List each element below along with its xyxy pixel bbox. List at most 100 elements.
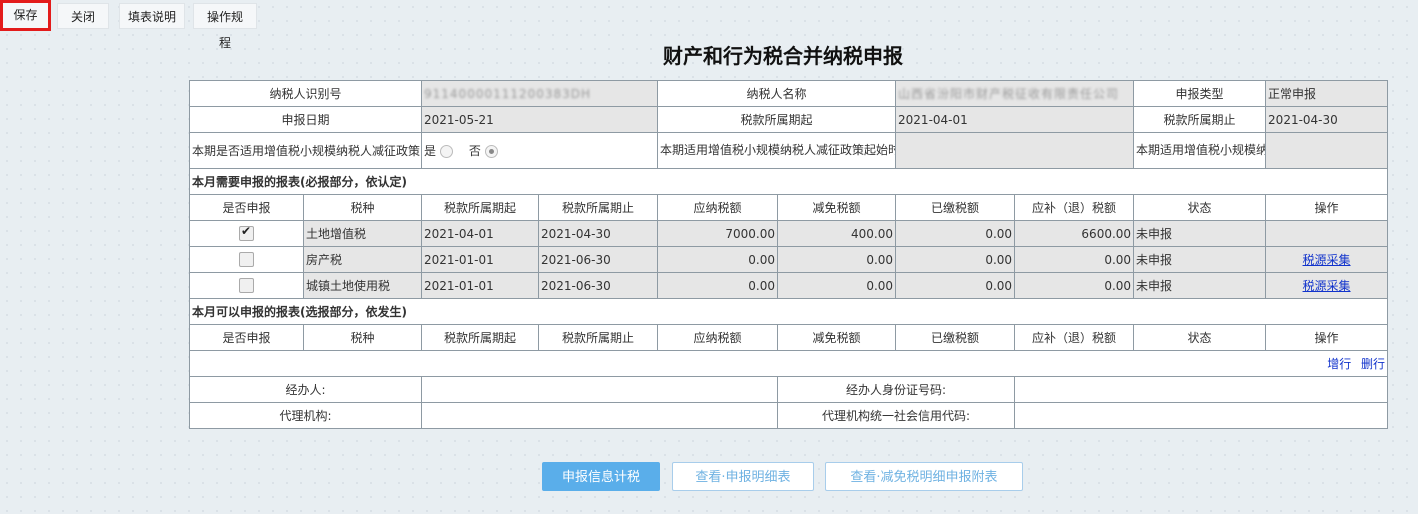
toolbar: 保存 关闭 填表说明 操作规程 bbox=[0, 0, 257, 50]
agency-code-input[interactable] bbox=[1014, 402, 1389, 429]
handler-input[interactable] bbox=[421, 376, 779, 403]
period-start: 2021-04-01 bbox=[421, 220, 540, 247]
tax-source-collect-link[interactable]: 税源采集 bbox=[1303, 253, 1351, 267]
paid-amount: 0.00 bbox=[895, 272, 1016, 299]
opt-col-period-end: 税款所属期止 bbox=[538, 324, 659, 351]
period-end: 2021-04-30 bbox=[538, 220, 659, 247]
declare-checkbox-cell bbox=[189, 272, 304, 299]
col-status: 状态 bbox=[1133, 194, 1267, 221]
declare-type-value: 正常申报 bbox=[1265, 80, 1389, 107]
optional-header-row: 是否申报 税种 税款所属期起 税款所属期止 应纳税额 减免税额 已缴税额 应补（… bbox=[189, 324, 1389, 351]
optional-section-title: 本月可以申报的报表(选报部分，依发生) bbox=[188, 298, 1389, 325]
period-end-value: 2021-04-30 bbox=[1265, 106, 1389, 133]
operation-rules-button[interactable]: 操作规程 bbox=[193, 3, 257, 50]
taxpayer-name-label: 纳税人名称 bbox=[657, 80, 897, 107]
status: 未申报 bbox=[1133, 246, 1267, 273]
status: 未申报 bbox=[1133, 272, 1267, 299]
col-declare: 是否申报 bbox=[189, 194, 304, 221]
agency-label: 代理机构: bbox=[188, 402, 423, 429]
action-cell: 税源采集 bbox=[1265, 272, 1389, 299]
optional-section-row: 本月可以申报的报表(选报部分，依发生) bbox=[188, 298, 1389, 325]
opt-col-action: 操作 bbox=[1265, 324, 1389, 351]
declare-checkbox-cell bbox=[189, 246, 304, 273]
declare-checkbox[interactable] bbox=[239, 278, 254, 293]
required-section-row: 本月需要申报的报表(必报部分，依认定) bbox=[188, 168, 1389, 195]
period-end-label: 税款所属期止 bbox=[1133, 106, 1267, 133]
policy-end-label: 本期适用增值税小规模纳税人减征政策终止时间 bbox=[1133, 132, 1267, 169]
table-row: 土地增值税 2021-04-01 2021-04-30 7000.00 400.… bbox=[189, 220, 1389, 247]
view-relief-button[interactable]: 查看·减免税明细申报附表 bbox=[825, 462, 1023, 491]
small-policy-label: 本期是否适用增值税小规模纳税人减征政策 bbox=[192, 144, 421, 158]
relief-amount: 400.00 bbox=[777, 220, 897, 247]
col-period-start: 税款所属期起 bbox=[421, 194, 540, 221]
taxpayer-id-label: 纳税人识别号 bbox=[188, 80, 423, 107]
small-policy-options: 是 否 bbox=[421, 132, 659, 169]
required-section-title: 本月需要申报的报表(必报部分，依认定) bbox=[188, 168, 1389, 195]
fill-help-button[interactable]: 填表说明 bbox=[119, 3, 185, 29]
delete-row-link[interactable]: 删行 bbox=[1361, 357, 1385, 371]
opt-col-due: 应补（退）税额 bbox=[1014, 324, 1135, 351]
policy-end-value bbox=[1265, 132, 1389, 169]
payable-amount: 0.00 bbox=[657, 246, 779, 273]
agency-input[interactable] bbox=[421, 402, 779, 429]
opt-col-status: 状态 bbox=[1133, 324, 1267, 351]
view-detail-button[interactable]: 查看·申报明细表 bbox=[672, 462, 814, 491]
period-end: 2021-06-30 bbox=[538, 272, 659, 299]
opt-col-tax-type: 税种 bbox=[302, 324, 423, 351]
payable-amount: 7000.00 bbox=[657, 220, 779, 247]
info-row-2: 申报日期 2021-05-21 税款所属期起 2021-04-01 税款所属期止… bbox=[188, 106, 1389, 133]
handler-id-input[interactable] bbox=[1014, 376, 1389, 403]
period-start-label: 税款所属期起 bbox=[657, 106, 897, 133]
yes-label: 是 bbox=[424, 144, 437, 158]
col-tax-type: 税种 bbox=[302, 194, 423, 221]
action-cell: 税源采集 bbox=[1265, 246, 1389, 273]
add-row-link[interactable]: 增行 bbox=[1327, 357, 1351, 371]
col-relief: 减免税额 bbox=[777, 194, 897, 221]
no-label: 否 bbox=[468, 144, 481, 158]
no-radio[interactable] bbox=[484, 145, 498, 158]
bottom-actions: 申报信息计税 查看·申报明细表 查看·减免税明细申报附表 bbox=[542, 462, 1023, 491]
policy-start-value bbox=[895, 132, 1135, 169]
tax-type: 土地增值税 bbox=[302, 220, 423, 247]
declare-type-label: 申报类型 bbox=[1133, 80, 1267, 107]
col-action: 操作 bbox=[1265, 194, 1389, 221]
declare-checkbox-cell bbox=[189, 220, 304, 247]
opt-col-relief: 减免税额 bbox=[777, 324, 897, 351]
col-due: 应补（退）税额 bbox=[1014, 194, 1135, 221]
tax-source-collect-link[interactable]: 税源采集 bbox=[1303, 279, 1351, 293]
taxpayer-id-value: 91140000111200383DH bbox=[421, 80, 659, 107]
taxpayer-name-value: 山西省汾阳市财产税征收有限责任公司 bbox=[895, 80, 1135, 107]
due-amount: 0.00 bbox=[1014, 246, 1135, 273]
save-button[interactable]: 保存 bbox=[0, 0, 51, 31]
small-policy-cell: 本期是否适用增值税小规模纳税人减征政策 bbox=[188, 132, 423, 169]
calc-tax-button[interactable]: 申报信息计税 bbox=[542, 462, 660, 491]
agency-code-label: 代理机构统一社会信用代码: bbox=[777, 402, 1016, 429]
page-title: 财产和行为税合并纳税申报 bbox=[663, 44, 903, 68]
due-amount: 6600.00 bbox=[1014, 220, 1135, 247]
relief-amount: 0.00 bbox=[777, 246, 897, 273]
period-start: 2021-01-01 bbox=[421, 246, 540, 273]
agency-row: 代理机构: 代理机构统一社会信用代码: bbox=[188, 402, 1389, 429]
declare-date-label: 申报日期 bbox=[188, 106, 423, 133]
declare-checkbox[interactable] bbox=[239, 252, 254, 267]
handler-row: 经办人: 经办人身份证号码: bbox=[188, 376, 1389, 403]
status: 未申报 bbox=[1133, 220, 1267, 247]
row-ops-row: 增行 删行 bbox=[188, 350, 1389, 377]
declare-checkbox[interactable] bbox=[239, 224, 254, 241]
opt-col-declare: 是否申报 bbox=[189, 324, 304, 351]
info-row-1: 纳税人识别号 91140000111200383DH 纳税人名称 山西省汾阳市财… bbox=[188, 80, 1389, 107]
handler-id-label: 经办人身份证号码: bbox=[777, 376, 1016, 403]
declare-date-value: 2021-05-21 bbox=[421, 106, 659, 133]
table-row: 城镇土地使用税 2021-01-01 2021-06-30 0.00 0.00 … bbox=[189, 272, 1389, 299]
opt-col-paid: 已缴税额 bbox=[895, 324, 1016, 351]
close-button[interactable]: 关闭 bbox=[57, 3, 109, 29]
required-header-row: 是否申报 税种 税款所属期起 税款所属期止 应纳税额 减免税额 已缴税额 应补（… bbox=[189, 194, 1389, 221]
col-payable: 应纳税额 bbox=[657, 194, 779, 221]
yes-radio[interactable] bbox=[440, 145, 454, 158]
opt-col-period-start: 税款所属期起 bbox=[421, 324, 540, 351]
policy-start-label: 本期适用增值税小规模纳税人减征政策起始时间 bbox=[657, 132, 897, 169]
declaration-table: 纳税人识别号 91140000111200383DH 纳税人名称 山西省汾阳市财… bbox=[188, 80, 1389, 429]
row-ops-cell: 增行 删行 bbox=[188, 350, 1389, 377]
period-end: 2021-06-30 bbox=[538, 246, 659, 273]
period-start: 2021-01-01 bbox=[421, 272, 540, 299]
